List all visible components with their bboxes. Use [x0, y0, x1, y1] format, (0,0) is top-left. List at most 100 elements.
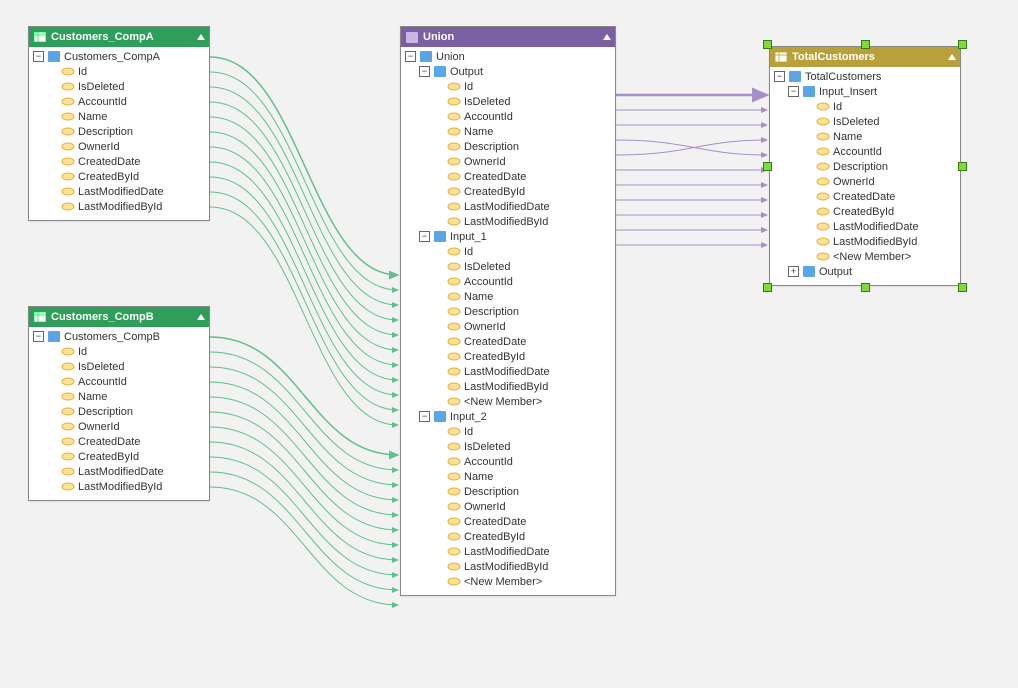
field-row[interactable]: CreatedById: [405, 349, 611, 364]
field-row[interactable]: Description: [405, 139, 611, 154]
node-union[interactable]: Union Union OutputIdIsDeletedAccountIdNa…: [400, 26, 616, 596]
group-row[interactable]: Input_2: [405, 409, 611, 424]
field-row[interactable]: CreatedDate: [405, 334, 611, 349]
node-header[interactable]: Customers_CompA: [29, 27, 209, 47]
selection-handle[interactable]: [958, 40, 967, 49]
toggle-icon[interactable]: [33, 331, 44, 342]
field-row[interactable]: CreatedDate: [774, 189, 956, 204]
field-row[interactable]: CreatedById: [774, 204, 956, 219]
field-row[interactable]: Id: [33, 64, 205, 79]
selection-handle[interactable]: [861, 283, 870, 292]
field-row[interactable]: LastModifiedById: [405, 559, 611, 574]
field-row[interactable]: Name: [33, 389, 205, 404]
node-customers-compb[interactable]: Customers_CompB Customers_CompB IdIsDele…: [28, 306, 210, 501]
field-row[interactable]: AccountId: [405, 109, 611, 124]
toggle-icon[interactable]: [419, 66, 430, 77]
diagram-canvas[interactable]: Customers_CompA Customers_CompA IdIsDele…: [0, 0, 1018, 688]
toggle-icon[interactable]: [788, 266, 799, 277]
field-row[interactable]: LastModifiedDate: [33, 464, 205, 479]
collapse-icon[interactable]: [197, 314, 205, 320]
field-row[interactable]: OwnerId: [33, 419, 205, 434]
field-row[interactable]: <New Member>: [405, 394, 611, 409]
group-row[interactable]: Input_Insert: [774, 84, 956, 99]
node-customers-compa[interactable]: Customers_CompA Customers_CompA IdIsDele…: [28, 26, 210, 221]
field-row[interactable]: LastModifiedDate: [405, 199, 611, 214]
field-row[interactable]: LastModifiedById: [405, 379, 611, 394]
field-row[interactable]: Name: [405, 469, 611, 484]
field-row[interactable]: AccountId: [33, 374, 205, 389]
toggle-icon[interactable]: [788, 86, 799, 97]
field-row[interactable]: AccountId: [774, 144, 956, 159]
field-row[interactable]: AccountId: [405, 454, 611, 469]
selection-handle[interactable]: [763, 40, 772, 49]
field-row[interactable]: IsDeleted: [405, 259, 611, 274]
selection-handle[interactable]: [958, 162, 967, 171]
field-row[interactable]: Id: [405, 424, 611, 439]
field-row[interactable]: OwnerId: [405, 154, 611, 169]
toggle-icon[interactable]: [774, 71, 785, 82]
field-row[interactable]: Id: [405, 79, 611, 94]
field-row[interactable]: Description: [33, 404, 205, 419]
field-row[interactable]: CreatedById: [405, 184, 611, 199]
field-row[interactable]: AccountId: [405, 274, 611, 289]
selection-handle[interactable]: [763, 162, 772, 171]
field-row[interactable]: IsDeleted: [405, 94, 611, 109]
selection-handle[interactable]: [861, 40, 870, 49]
field-row[interactable]: Id: [774, 99, 956, 114]
field-row[interactable]: CreatedDate: [405, 514, 611, 529]
field-row[interactable]: LastModifiedById: [33, 479, 205, 494]
collapse-icon[interactable]: [603, 34, 611, 40]
field-row[interactable]: IsDeleted: [774, 114, 956, 129]
field-row[interactable]: LastModifiedDate: [774, 219, 956, 234]
selection-handle[interactable]: [763, 283, 772, 292]
node-header[interactable]: Customers_CompB: [29, 307, 209, 327]
collapse-icon[interactable]: [948, 54, 956, 60]
group-row[interactable]: Input_1: [405, 229, 611, 244]
field-row[interactable]: Description: [33, 124, 205, 139]
field-row[interactable]: CreatedById: [33, 449, 205, 464]
field-row[interactable]: LastModifiedDate: [33, 184, 205, 199]
group-row[interactable]: Output: [774, 264, 956, 279]
field-row[interactable]: Description: [405, 484, 611, 499]
field-row[interactable]: CreatedById: [33, 169, 205, 184]
field-row[interactable]: OwnerId: [405, 499, 611, 514]
field-row[interactable]: LastModifiedById: [774, 234, 956, 249]
node-total-customers[interactable]: TotalCustomers TotalCustomers Input_Inse…: [769, 46, 961, 286]
field-row[interactable]: IsDeleted: [33, 359, 205, 374]
node-header[interactable]: Union: [401, 27, 615, 47]
tree-root[interactable]: Customers_CompB: [33, 329, 205, 344]
field-row[interactable]: LastModifiedDate: [405, 544, 611, 559]
toggle-icon[interactable]: [33, 51, 44, 62]
field-row[interactable]: CreatedDate: [33, 154, 205, 169]
field-row[interactable]: IsDeleted: [33, 79, 205, 94]
toggle-icon[interactable]: [405, 51, 416, 62]
group-row[interactable]: Output: [405, 64, 611, 79]
field-row[interactable]: OwnerId: [405, 319, 611, 334]
field-row[interactable]: <New Member>: [405, 574, 611, 589]
toggle-icon[interactable]: [419, 231, 430, 242]
field-row[interactable]: OwnerId: [33, 139, 205, 154]
field-row[interactable]: Description: [405, 304, 611, 319]
node-header[interactable]: TotalCustomers: [770, 47, 960, 67]
field-row[interactable]: Description: [774, 159, 956, 174]
field-row[interactable]: Name: [405, 124, 611, 139]
field-row[interactable]: <New Member>: [774, 249, 956, 264]
tree-root[interactable]: Union: [405, 49, 611, 64]
field-row[interactable]: CreatedById: [405, 529, 611, 544]
field-row[interactable]: LastModifiedById: [33, 199, 205, 214]
field-row[interactable]: LastModifiedDate: [405, 364, 611, 379]
field-row[interactable]: OwnerId: [774, 174, 956, 189]
field-row[interactable]: Name: [405, 289, 611, 304]
field-row[interactable]: CreatedDate: [33, 434, 205, 449]
field-row[interactable]: LastModifiedById: [405, 214, 611, 229]
selection-handle[interactable]: [958, 283, 967, 292]
field-row[interactable]: Id: [33, 344, 205, 359]
field-row[interactable]: Name: [774, 129, 956, 144]
tree-root[interactable]: TotalCustomers: [774, 69, 956, 84]
field-row[interactable]: IsDeleted: [405, 439, 611, 454]
tree-root[interactable]: Customers_CompA: [33, 49, 205, 64]
collapse-icon[interactable]: [197, 34, 205, 40]
field-row[interactable]: AccountId: [33, 94, 205, 109]
toggle-icon[interactable]: [419, 411, 430, 422]
field-row[interactable]: CreatedDate: [405, 169, 611, 184]
